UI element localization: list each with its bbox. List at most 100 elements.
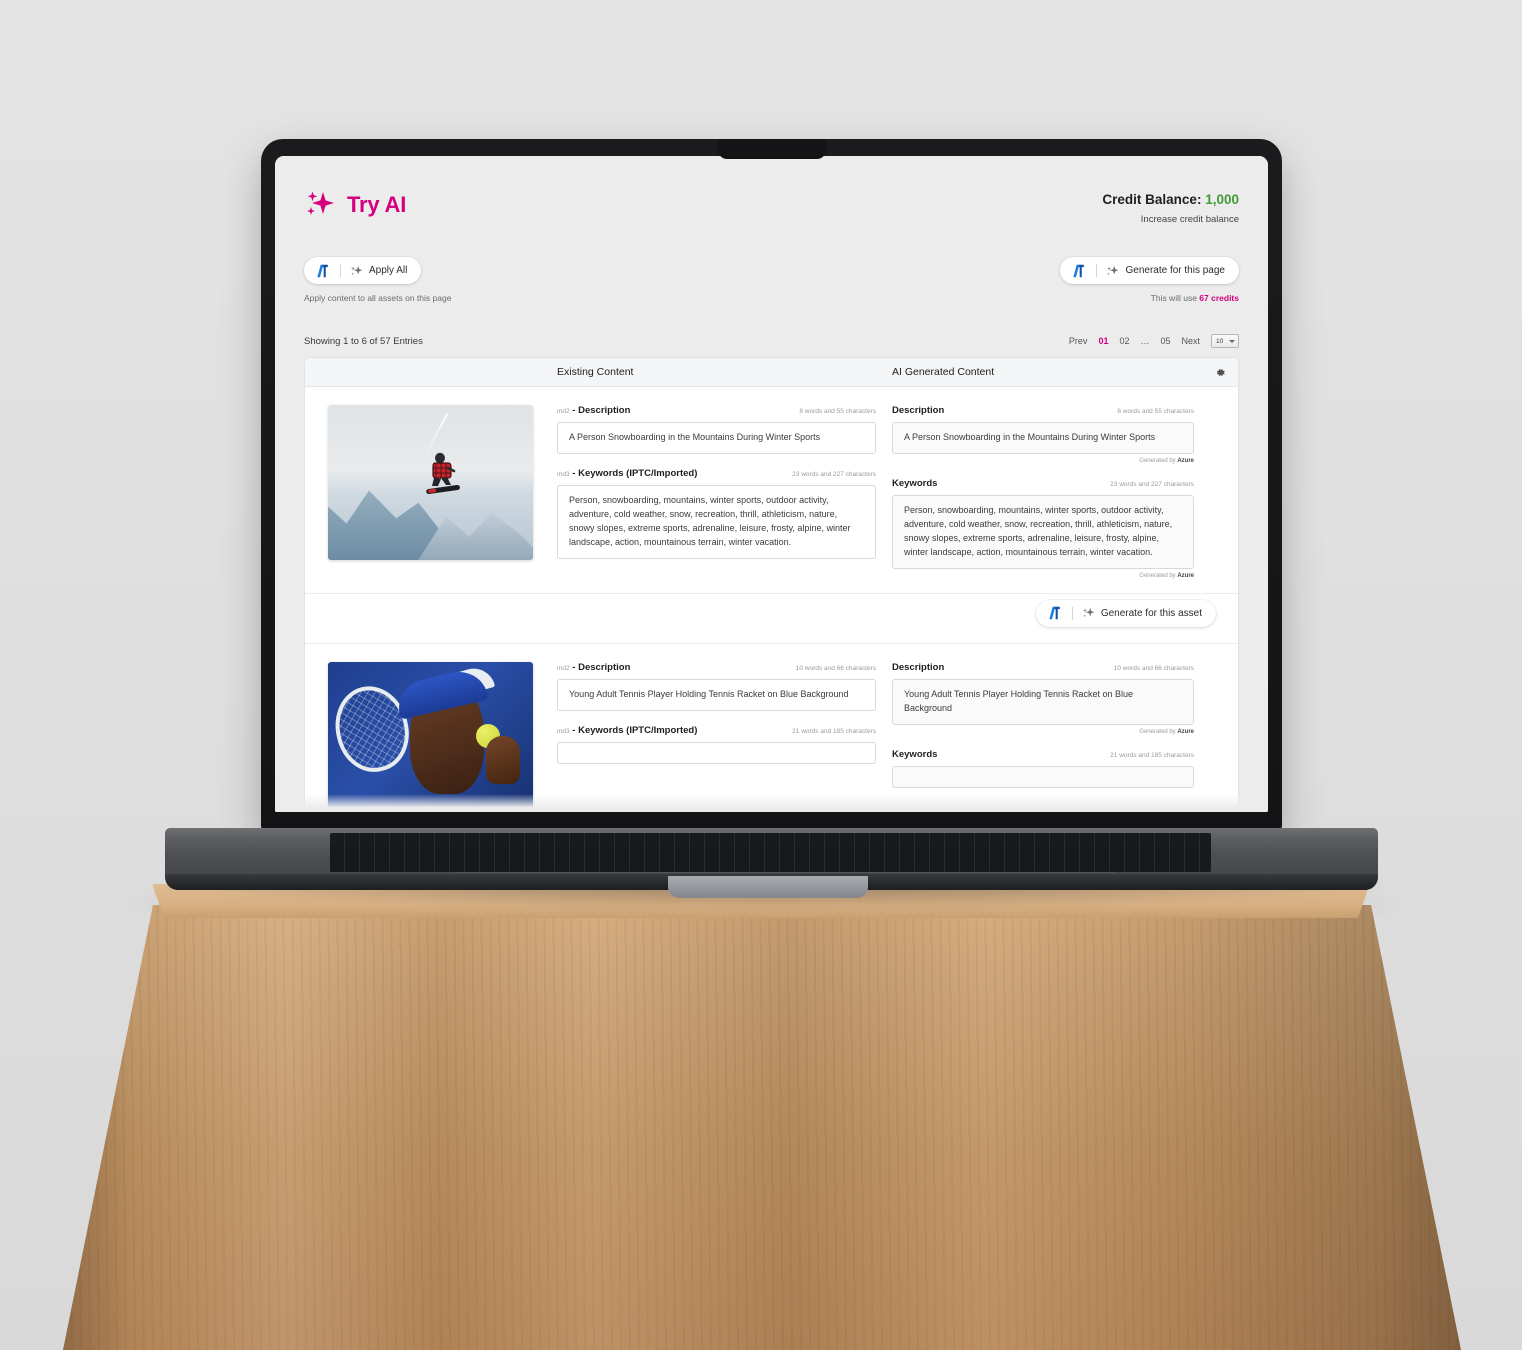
- existing-description-count: 10 words and 66 characters: [795, 664, 876, 672]
- credit-balance-block: Credit Balance: 1,000 Increase credit ba…: [1102, 192, 1239, 225]
- ai-keywords-source: Generated by Azure: [892, 573, 1194, 579]
- asset-thumbnail-cell: [305, 661, 557, 812]
- ai-keywords-group: Keywords 21 words and 185 characters: [892, 749, 1194, 788]
- table-settings-button[interactable]: [1210, 367, 1238, 378]
- tennis-player-image: [328, 661, 533, 812]
- label-text: Description: [578, 405, 631, 416]
- ai-keywords-value[interactable]: Person, snowboarding, mountains, winter …: [892, 494, 1194, 569]
- existing-description-input[interactable]: Young Adult Tennis Player Holding Tennis…: [557, 678, 876, 711]
- ai-description-group: Description 8 words and 55 characters A …: [892, 405, 1194, 464]
- per-page-select[interactable]: 10: [1211, 334, 1239, 348]
- table-row: md2 - Description 10 words and 66 charac…: [305, 642, 1238, 812]
- existing-keywords-count: 21 words and 185 characters: [792, 727, 876, 735]
- existing-content-cell: md2 - Description 10 words and 66 charac…: [557, 662, 892, 812]
- ai-keywords-label: Keywords: [892, 477, 938, 489]
- apply-all-label: Apply All: [369, 265, 408, 276]
- snowboarder-image: [328, 405, 533, 560]
- table-toolbar: Showing 1 to 6 of 57 Entries Prev 01 02 …: [304, 334, 1239, 348]
- metadata-namespace: md2: [557, 664, 570, 672]
- existing-keywords-label: md3 - Keywords (IPTC/Imported): [557, 725, 697, 736]
- laptop-mockup: Try AI Credit Balance: 1,000 Increase cr…: [0, 0, 1522, 1350]
- sparkle-icon: [1082, 608, 1095, 618]
- apply-all-group: Apply All Apply content to all assets on…: [304, 257, 451, 303]
- increase-credit-balance-link[interactable]: Increase credit balance: [1102, 214, 1239, 225]
- field-header: md3 - Keywords (IPTC/Imported) 21 words …: [557, 725, 876, 736]
- table-row: md2 - Description 8 words and 55 charact…: [305, 387, 1238, 594]
- laptop-screen: Try AI Credit Balance: 1,000 Increase cr…: [275, 156, 1268, 812]
- contrail: [423, 413, 448, 457]
- generated-by-source: Azure: [1177, 572, 1194, 579]
- ai-description-label: Description: [892, 661, 945, 673]
- metadata-namespace: md3: [557, 470, 570, 478]
- pill-divider: [1071, 606, 1073, 620]
- ai-description-count: 8 words and 55 characters: [1117, 408, 1194, 415]
- pill-divider: [1096, 264, 1098, 277]
- generate-for-this-asset-label: Generate for this asset: [1100, 607, 1202, 619]
- apply-all-button[interactable]: Apply All: [304, 257, 422, 284]
- laptop-trackpad-seam: [455, 872, 1115, 873]
- pagination-page-5[interactable]: 05: [1160, 336, 1170, 346]
- azure-logo-icon: [317, 264, 328, 277]
- snowboarder-figure: [426, 452, 461, 494]
- entries-summary: Showing 1 to 6 of 57 Entries: [304, 335, 423, 347]
- ai-description-count: 10 words and 66 characters: [1113, 664, 1194, 672]
- pagination-ellipsis: …: [1140, 336, 1150, 346]
- generated-by-prefix: Generated by: [1139, 457, 1178, 464]
- pagination-page-2[interactable]: 02: [1119, 336, 1129, 346]
- pagination-prev[interactable]: Prev: [1069, 336, 1088, 346]
- apply-all-hint: Apply content to all assets on this page: [304, 293, 452, 303]
- ai-description-value[interactable]: A Person Snowboarding in the Mountains D…: [892, 422, 1194, 454]
- ai-description-value[interactable]: Young Adult Tennis Player Holding Tennis…: [892, 678, 1194, 725]
- label-text: Description: [578, 661, 631, 673]
- sparkle-icon: [350, 265, 363, 275]
- field-header: md3 - Keywords (IPTC/Imported) 23 words …: [557, 468, 876, 479]
- sparkle-icon: [1107, 265, 1119, 275]
- existing-description-count: 8 words and 55 characters: [799, 408, 876, 415]
- ai-content-cell: Description 10 words and 66 characters Y…: [892, 662, 1210, 812]
- existing-description-input[interactable]: A Person Snowboarding in the Mountains D…: [557, 422, 876, 454]
- generated-by-prefix: Generated by: [1139, 572, 1178, 579]
- pagination-page-1[interactable]: 01: [1098, 336, 1108, 346]
- laptop-front-grip: [668, 876, 868, 898]
- field-header: md2 - Description 8 words and 55 charact…: [557, 405, 876, 416]
- generated-by-source: Azure: [1177, 457, 1194, 464]
- credit-balance: Credit Balance: 1,000: [1102, 192, 1239, 207]
- existing-keywords-input[interactable]: [557, 741, 876, 764]
- generate-for-this-asset-button[interactable]: Generate for this asset: [1035, 599, 1216, 627]
- ai-keywords-count: 23 words and 227 characters: [1110, 480, 1194, 488]
- existing-keywords-group: md3 - Keywords (IPTC/Imported) 21 words …: [557, 725, 876, 764]
- generate-page-hint: This will use 67 credits: [1060, 293, 1239, 303]
- generated-by-source: Azure: [1177, 728, 1194, 735]
- existing-content-cell: md2 - Description 8 words and 55 charact…: [557, 405, 892, 593]
- label-text: Keywords (IPTC/Imported): [578, 724, 698, 736]
- existing-description-group: md2 - Description 10 words and 66 charac…: [557, 662, 876, 711]
- generate-for-this-page-button[interactable]: Generate for this page: [1060, 257, 1239, 284]
- existing-description-group: md2 - Description 8 words and 55 charact…: [557, 405, 876, 454]
- ai-description-source: Generated by Azure: [892, 458, 1194, 464]
- ai-description-group: Description 10 words and 66 characters Y…: [892, 662, 1194, 735]
- action-bar: Apply All Apply content to all assets on…: [304, 257, 1239, 303]
- field-header: Keywords 21 words and 185 characters: [892, 749, 1194, 760]
- ai-keywords-group: Keywords 23 words and 227 characters Per…: [892, 478, 1194, 579]
- existing-keywords-count: 23 words and 227 characters: [792, 470, 876, 478]
- generate-page-hint-credits: 67 credits: [1199, 293, 1239, 303]
- try-ai-app: Try AI Credit Balance: 1,000 Increase cr…: [275, 156, 1268, 812]
- brand: Try AI: [304, 190, 406, 220]
- existing-keywords-input[interactable]: Person, snowboarding, mountains, winter …: [557, 484, 876, 559]
- ai-keywords-value[interactable]: [892, 765, 1194, 788]
- table-header-ai-generated-content: AI Generated Content: [892, 366, 995, 378]
- existing-keywords-group: md3 - Keywords (IPTC/Imported) 23 words …: [557, 468, 876, 559]
- metadata-namespace: md2: [557, 408, 570, 415]
- credit-balance-label: Credit Balance:: [1102, 192, 1202, 207]
- gear-icon: [1216, 368, 1225, 376]
- player-hand: [485, 736, 520, 785]
- ai-description-label: Description: [892, 405, 945, 416]
- generate-page-group: Generate for this page This will use 67 …: [1060, 257, 1239, 303]
- label-text: Keywords (IPTC/Imported): [578, 467, 698, 479]
- pagination-next[interactable]: Next: [1181, 336, 1200, 346]
- field-header: Keywords 23 words and 227 characters: [892, 478, 1194, 489]
- laptop-keyboard: [330, 833, 1211, 872]
- field-header: Description 8 words and 55 characters: [892, 405, 1194, 416]
- laptop-camera-notch: [718, 139, 826, 159]
- generate-for-this-page-label: Generate for this page: [1125, 265, 1225, 276]
